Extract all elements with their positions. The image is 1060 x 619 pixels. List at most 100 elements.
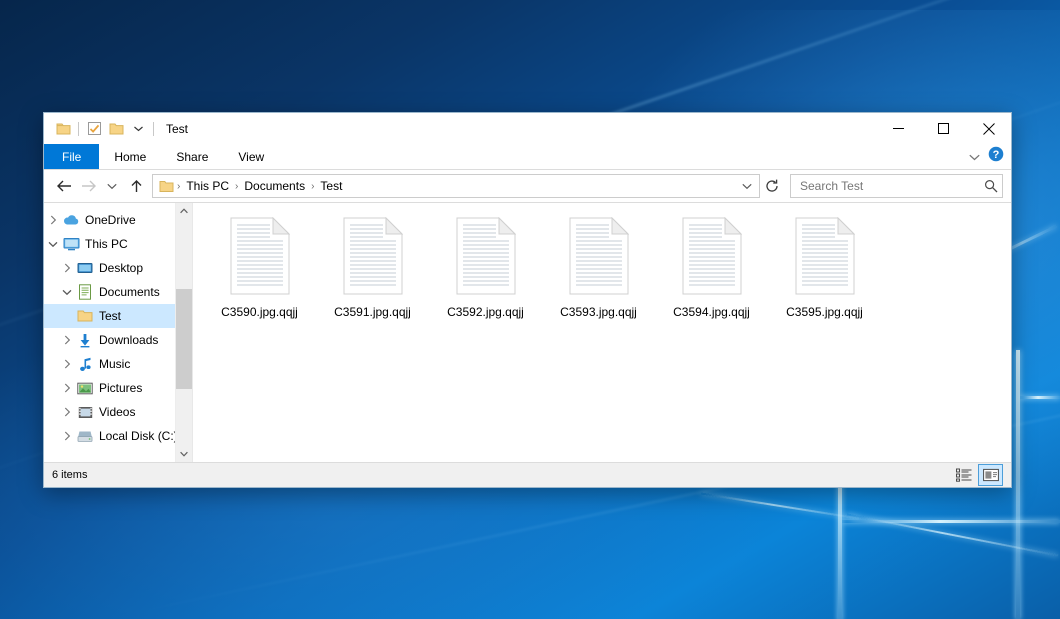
desktop-icon <box>76 260 94 276</box>
address-bar: › This PC › Documents › Test <box>44 170 1011 202</box>
new-folder-icon[interactable] <box>105 118 127 140</box>
file-item[interactable]: C3593.jpg.qqjj <box>542 213 655 319</box>
sidebar-item-this-pc[interactable]: This PC <box>44 232 192 256</box>
previous-locations-chevron-icon[interactable] <box>737 183 757 190</box>
chevron-down-icon[interactable] <box>58 280 76 304</box>
tab-home[interactable]: Home <box>99 144 161 169</box>
windows-logo-beam <box>1020 396 1060 399</box>
scroll-down-arrow-icon[interactable] <box>176 446 192 462</box>
windows-logo-beam <box>1016 350 1020 619</box>
file-item[interactable]: C3590.jpg.qqjj <box>203 213 316 319</box>
chevron-right-icon[interactable] <box>58 376 76 400</box>
folder-icon <box>76 308 94 324</box>
tab-share[interactable]: Share <box>161 144 223 169</box>
generic-file-icon <box>795 217 855 295</box>
sidebar-item-test[interactable]: Test <box>44 304 192 328</box>
file-item[interactable]: C3595.jpg.qqjj <box>768 213 881 319</box>
chevron-right-icon[interactable] <box>58 328 76 352</box>
ribbon-tab-bar: File Home Share View ? <box>44 144 1011 170</box>
search-box[interactable] <box>790 174 1003 198</box>
generic-file-icon <box>230 217 290 295</box>
close-button[interactable] <box>966 113 1011 144</box>
up-button[interactable] <box>124 174 148 198</box>
status-bar: 6 items <box>44 462 1011 487</box>
breadcrumb-folder-icon <box>157 180 176 193</box>
sidebar-item-desktop[interactable]: Desktop <box>44 256 192 280</box>
details-view-button[interactable] <box>951 464 976 486</box>
file-list-view[interactable]: C3590.jpg.qqjj <box>193 203 1011 462</box>
chevron-down-icon[interactable] <box>44 232 62 256</box>
generic-file-icon <box>456 217 516 295</box>
recent-locations-chevron-icon[interactable] <box>100 174 124 198</box>
search-icon[interactable] <box>984 179 998 193</box>
file-name-label: C3594.jpg.qqjj <box>673 305 750 319</box>
windows-logo-beam <box>701 492 859 519</box>
help-icon[interactable]: ? <box>988 146 1004 167</box>
back-button[interactable] <box>52 174 76 198</box>
generic-file-icon <box>682 217 742 295</box>
chevron-right-icon[interactable] <box>44 208 62 232</box>
large-icons-view-button[interactable] <box>978 464 1003 486</box>
quick-access-toolbar <box>44 118 158 140</box>
sidebar-item-downloads[interactable]: Downloads <box>44 328 192 352</box>
expand-ribbon-chevron-icon[interactable] <box>969 148 980 166</box>
windows-logo-beam <box>842 520 1060 523</box>
forward-button <box>76 174 100 198</box>
breadcrumb-item-this-pc[interactable]: This PC <box>181 179 234 193</box>
customize-chevron-icon[interactable] <box>127 118 149 140</box>
chevron-right-icon[interactable] <box>58 400 76 424</box>
properties-icon[interactable] <box>83 118 105 140</box>
window-title: Test <box>166 122 188 136</box>
file-name-label: C3592.jpg.qqjj <box>447 305 524 319</box>
navigation-scrollbar[interactable] <box>175 203 192 462</box>
search-input[interactable] <box>798 178 984 194</box>
sidebar-item-label: This PC <box>85 237 128 251</box>
chevron-right-icon[interactable] <box>58 424 76 448</box>
sidebar-item-label: Videos <box>99 405 135 419</box>
window-controls <box>876 113 1011 144</box>
view-mode-buttons <box>951 464 1003 486</box>
file-item[interactable]: C3594.jpg.qqjj <box>655 213 768 319</box>
generic-file-icon <box>343 217 403 295</box>
sidebar-item-onedrive[interactable]: OneDrive <box>44 208 192 232</box>
sidebar-item-label: Local Disk (C:) <box>99 429 178 443</box>
navigation-tree: OneDrive This PC <box>44 203 192 448</box>
windows-logo-beam <box>847 514 1058 557</box>
sidebar-item-label: OneDrive <box>85 213 136 227</box>
refresh-button[interactable] <box>760 179 784 193</box>
file-item[interactable]: C3591.jpg.qqjj <box>316 213 429 319</box>
breadcrumb-item-documents[interactable]: Documents <box>239 179 310 193</box>
sidebar-item-label: Downloads <box>99 333 158 347</box>
ribbon-right-controls: ? <box>969 144 1011 169</box>
sidebar-item-videos[interactable]: Videos <box>44 400 192 424</box>
scrollbar-thumb[interactable] <box>176 289 192 389</box>
file-name-label: C3593.jpg.qqjj <box>560 305 637 319</box>
maximize-button[interactable] <box>921 113 966 144</box>
scroll-up-arrow-icon[interactable] <box>176 203 192 219</box>
breadcrumb-bar[interactable]: › This PC › Documents › Test <box>152 174 760 198</box>
tab-file[interactable]: File <box>44 144 99 169</box>
sidebar-item-label: Test <box>99 309 121 323</box>
sidebar-item-documents[interactable]: Documents <box>44 280 192 304</box>
sidebar-item-music[interactable]: Music <box>44 352 192 376</box>
generic-file-icon <box>569 217 629 295</box>
sidebar-item-label: Documents <box>99 285 160 299</box>
chevron-right-icon[interactable] <box>58 352 76 376</box>
file-item[interactable]: C3592.jpg.qqjj <box>429 213 542 319</box>
minimize-button[interactable] <box>876 113 921 144</box>
toolbar-separator <box>153 122 154 136</box>
item-count-label: 6 items <box>52 469 87 481</box>
sidebar-item-label: Pictures <box>99 381 142 395</box>
drive-icon <box>76 428 94 444</box>
file-name-label: C3595.jpg.qqjj <box>786 305 863 319</box>
chevron-right-icon[interactable] <box>58 256 76 280</box>
svg-text:?: ? <box>993 149 1000 161</box>
folder-icon[interactable] <box>52 118 74 140</box>
sidebar-item-pictures[interactable]: Pictures <box>44 376 192 400</box>
tab-view[interactable]: View <box>223 144 279 169</box>
desktop-wallpaper: Test File Home Share View <box>0 0 1060 619</box>
videos-icon <box>76 404 94 420</box>
sidebar-item-local-disk-c[interactable]: Local Disk (C:) <box>44 424 192 448</box>
breadcrumb-item-test[interactable]: Test <box>315 179 347 193</box>
sidebar-item-label: Desktop <box>99 261 143 275</box>
